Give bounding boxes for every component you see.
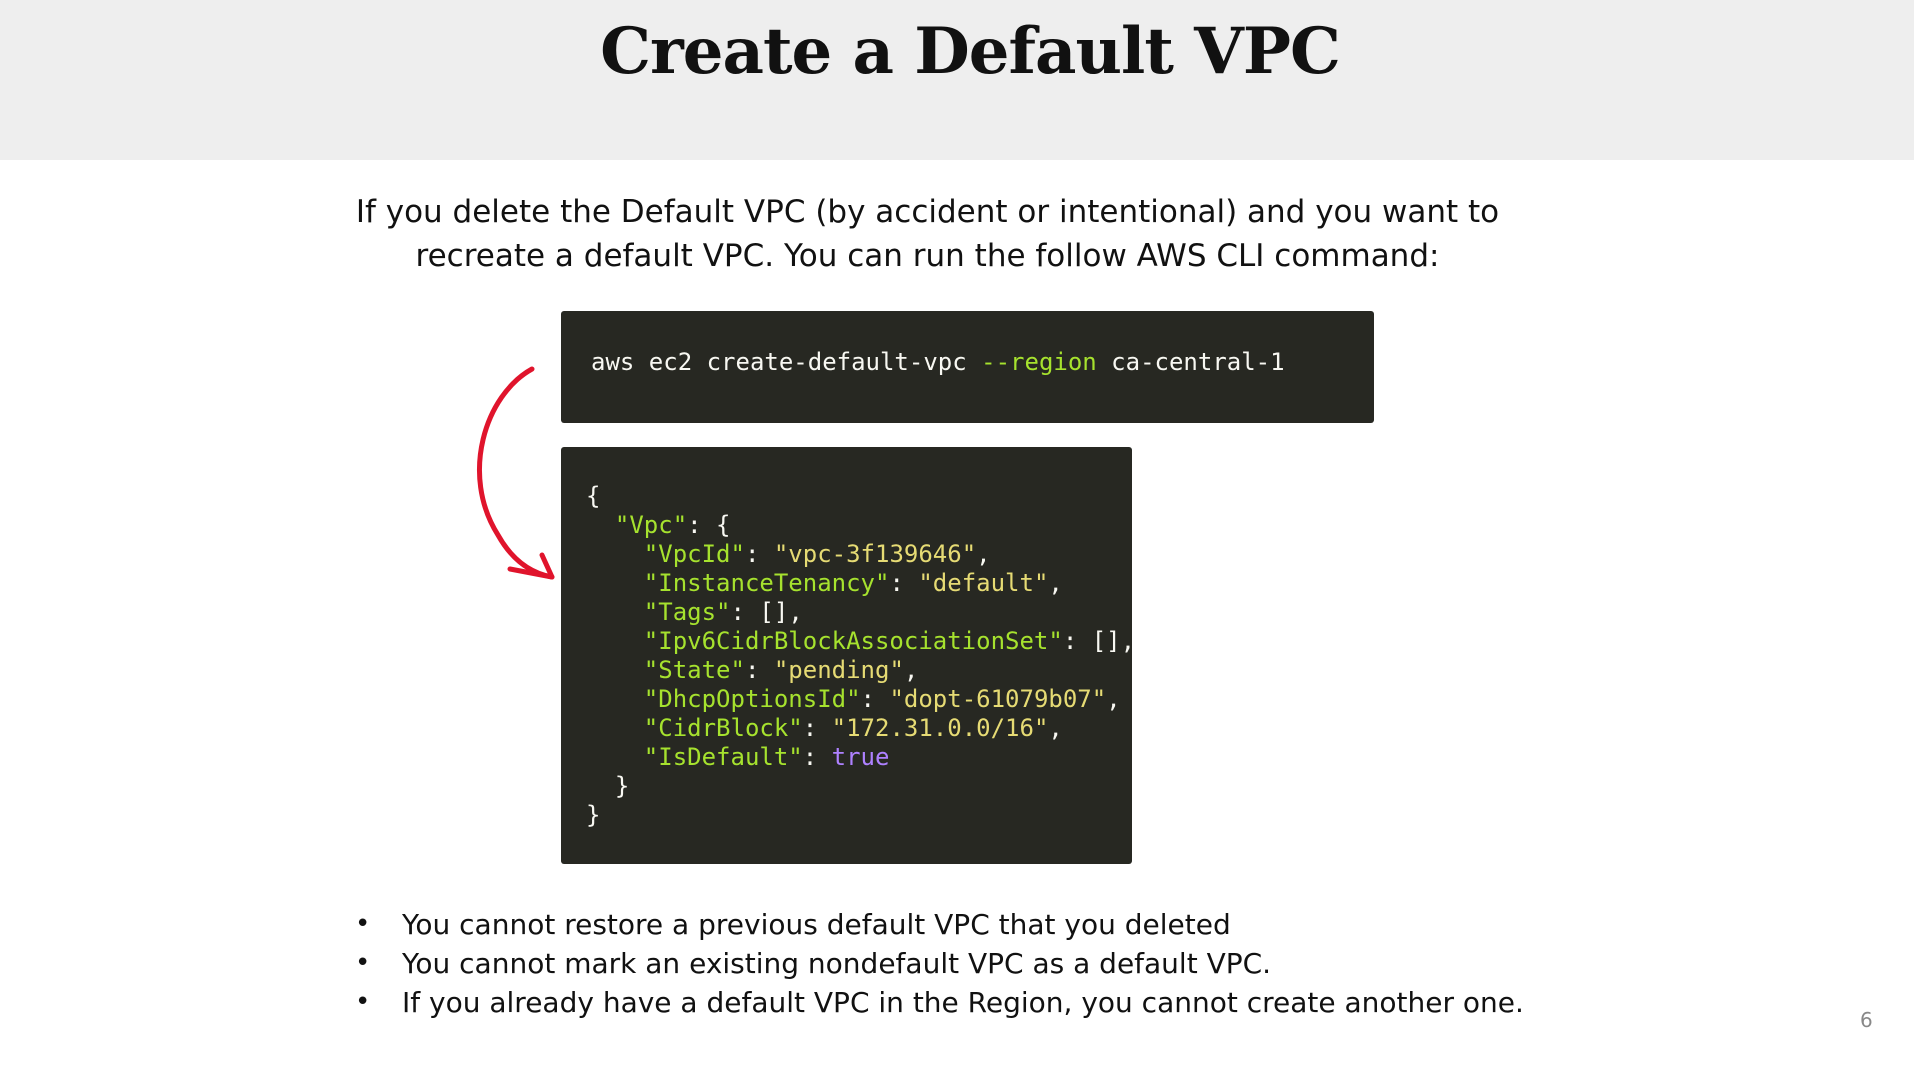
output-field-end: , (1120, 627, 1136, 655)
output-field-value: [] (759, 598, 789, 626)
intro-line-1: If you delete the Default VPC (by accide… (355, 194, 1500, 230)
output-field-line: "DhcpOptionsId": "dopt-61079b07", (586, 685, 1132, 714)
bullet-item: • If you already have a default VPC in th… (355, 983, 1655, 1022)
output-vpc-key: "Vpc" (614, 511, 688, 539)
output-field-line: "VpcId": "vpc-3f139646", (586, 540, 1132, 569)
bullet-text: You cannot restore a previous default VP… (402, 908, 1231, 941)
output-field-sep: : (744, 656, 774, 684)
output-vpc-line: "Vpc": { (586, 511, 1132, 540)
output-field-sep: : (744, 540, 774, 568)
command-flag: --region (981, 348, 1097, 376)
intro-line-2: recreate a default VPC. You can run the … (415, 238, 1440, 274)
output-field-sep: : (802, 714, 832, 742)
output-vpc-sep: : { (687, 511, 731, 539)
output-field-end: , (1048, 714, 1063, 742)
bullet-dot-icon: • (355, 948, 371, 978)
output-code-block: { "Vpc": { "VpcId": "vpc-3f139646", "Ins… (561, 447, 1136, 864)
output-field-end: , (1048, 569, 1063, 597)
output-field-key: "Ipv6CidrBlockAssociationSet" (643, 627, 1063, 655)
output-field-sep: : (1062, 627, 1092, 655)
output-field-line: "Ipv6CidrBlockAssociationSet": [], (586, 627, 1136, 656)
output-field-key: "VpcId" (643, 540, 745, 568)
output-field-line: "IsDefault": true (586, 743, 1132, 772)
output-field-sep: : (860, 685, 890, 713)
output-field-key: "Tags" (643, 598, 731, 626)
output-field-value: true (831, 743, 890, 771)
output-field-line: "State": "pending", (586, 656, 1132, 685)
bullet-item: • You cannot restore a previous default V… (355, 905, 1655, 944)
output-field-end: , (903, 656, 919, 684)
bullet-list: • You cannot restore a previous default V… (355, 905, 1655, 1022)
output-inner-close: } (614, 772, 630, 800)
output-field-key: "InstanceTenancy" (643, 569, 890, 597)
output-field-sep: : (730, 598, 760, 626)
output-inner-close-line: } (586, 772, 1132, 801)
command-code-block: aws ec2 create-default-vpc --region ca-c… (561, 311, 1374, 423)
output-field-value: [] (1091, 627, 1121, 655)
page-number: 6 (1860, 1008, 1873, 1032)
bullet-dot-icon: • (355, 909, 371, 939)
output-fields: "VpcId": "vpc-3f139646", "InstanceTenanc… (586, 540, 1136, 772)
arrow-shaft (476, 366, 555, 580)
command-value: ca-central-1 (1096, 348, 1285, 376)
output-field-value: "dopt-61079b07" (889, 685, 1107, 713)
output-field-end: , (788, 598, 803, 626)
output-field-sep: : (802, 743, 832, 771)
output-field-end: , (1106, 685, 1121, 713)
output-field-line: "InstanceTenancy": "default", (586, 569, 1132, 598)
bullet-dot-icon: • (355, 987, 371, 1017)
bullet-text: You cannot mark an existing nondefault V… (402, 947, 1272, 980)
output-field-key: "IsDefault" (643, 743, 803, 771)
output-field-value: "172.31.0.0/16" (831, 714, 1049, 742)
output-field-key: "CidrBlock" (643, 714, 803, 742)
output-field-end: , (976, 540, 991, 568)
output-field-key: "DhcpOptionsId" (643, 685, 861, 713)
bullet-item: • You cannot mark an existing nondefault … (355, 944, 1655, 983)
command-base: aws ec2 create-default-vpc (591, 348, 982, 376)
bullet-text: If you already have a default VPC in the… (402, 986, 1524, 1019)
output-open-brace: { (586, 482, 601, 510)
output-field-value: "pending" (773, 656, 904, 684)
output-field-line: "Tags": [], (586, 598, 1132, 627)
slide-title: Create a Default VPC (600, 14, 1341, 89)
output-close-brace: } (586, 801, 601, 829)
output-field-sep: : (889, 569, 919, 597)
output-field-line: "CidrBlock": "172.31.0.0/16", (586, 714, 1132, 743)
intro-text: If you delete the Default VPC (by accide… (330, 190, 1525, 278)
output-field-value: "vpc-3f139646" (773, 540, 977, 568)
output-field-key: "State" (643, 656, 745, 684)
output-field-value: "default" (918, 569, 1049, 597)
